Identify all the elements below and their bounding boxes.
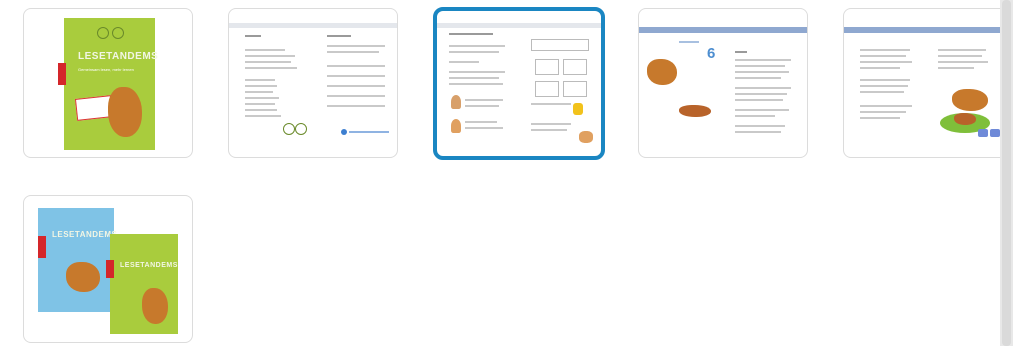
blue-cover [38,208,114,312]
publisher-tab-2 [106,260,114,278]
dog-illustration [647,59,677,85]
dachshund-illustration [679,105,711,117]
green-cover-title: LESETANDEMS [120,262,178,269]
dog-illustration-2 [142,288,168,324]
green-cover [110,234,178,334]
blue-cover-title: LESETANDEMS [52,230,118,239]
page-header [844,27,1012,33]
publisher-tab [38,236,46,258]
number-badge [573,103,583,115]
thumbnail-double-cover[interactable]: LESETANDEMS LESETANDEMS [23,195,193,343]
dog-illustration [108,87,142,137]
children-illustration [579,131,593,143]
nav-icon-1 [978,129,988,137]
page-header [437,23,601,28]
link-icon [341,129,347,135]
page-header [639,27,807,33]
cover-subtitle: Gemeinsam lesen, mehr lernen [78,67,134,72]
cover-title: LESETANDEMS [78,51,159,62]
cover-image [64,18,155,150]
thumbnail-reading-page-dog[interactable]: 6 [638,8,808,158]
thumbnail-contents-page[interactable] [228,8,398,158]
bike-icon-2 [295,123,307,135]
nav-icon-2 [990,129,1000,137]
bike-icon-2 [112,27,124,39]
thumbnail-grid: LESETANDEMS Gemeinsam lesen, mehr lernen [0,0,1013,346]
bike-icon [283,123,295,135]
diagram-box [531,39,589,51]
thumbnail-reading-page-dogs[interactable] [843,8,1013,158]
vertical-scrollbar[interactable] [1000,0,1013,346]
page-header [229,23,397,28]
publisher-tab [58,63,66,85]
thumbnail-cover[interactable]: LESETANDEMS Gemeinsam lesen, mehr lernen [23,8,193,158]
bike-icon [97,27,109,39]
child-illustration-2 [451,119,461,133]
child-illustration [451,95,461,109]
dog-illustration-2 [954,113,976,125]
page-number: 6 [707,45,716,62]
dog-illustration [66,262,100,292]
scrollbar-thumb[interactable] [1002,0,1011,346]
dog-illustration [952,89,988,111]
thumbnail-worksheet-page[interactable] [433,7,605,160]
